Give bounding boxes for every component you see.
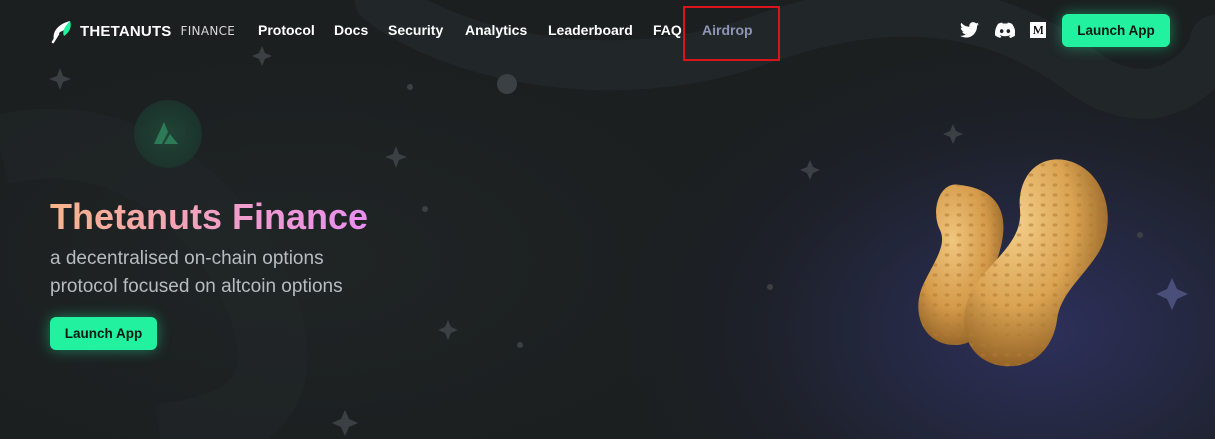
nav-link-docs[interactable]: Docs (334, 22, 368, 38)
brand-suffix: FINANCE (180, 24, 236, 38)
thetanuts-logo-icon (51, 21, 71, 44)
airdrop-highlight-box (683, 6, 780, 61)
twitter-icon[interactable] (960, 22, 979, 38)
brand-logo[interactable]: THETANUTS FINANCE (50, 16, 235, 46)
medium-icon[interactable] (1030, 22, 1046, 38)
nav-link-security[interactable]: Security (388, 22, 443, 38)
nav-link-faq[interactable]: FAQ (653, 22, 682, 38)
nav-link-protocol[interactable]: Protocol (258, 22, 315, 38)
nav-link-leaderboard[interactable]: Leaderboard (548, 22, 633, 38)
hero-title: Thetanuts Finance (50, 196, 369, 237)
nav-launch-app-button[interactable]: Launch App (1062, 14, 1170, 47)
peanut-illustration (918, 159, 1108, 367)
background-token-icon (134, 100, 202, 168)
discord-icon[interactable] (995, 22, 1015, 38)
top-navbar: THETANUTS FINANCE Protocol Docs Security… (0, 0, 1215, 64)
nav-link-analytics[interactable]: Analytics (465, 22, 527, 38)
hero-subtitle-line1: a decentralised on-chain options (50, 248, 324, 269)
hero-subtitle-line2: protocol focused on altcoin options (50, 276, 343, 297)
brand-name: THETANUTS (80, 22, 172, 40)
hero-launch-app-button[interactable]: Launch App (50, 317, 157, 350)
